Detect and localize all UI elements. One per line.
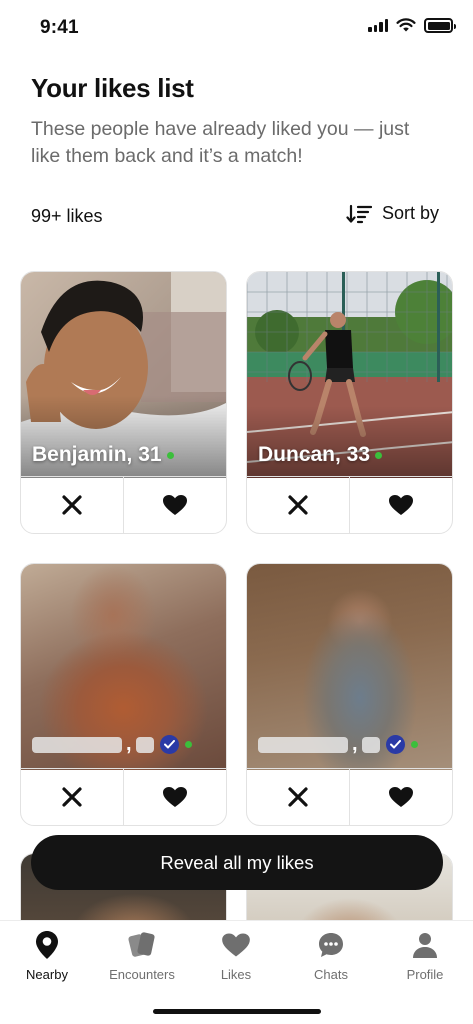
profile-photo[interactable]: Benjamin, 31 — [21, 272, 226, 478]
hidden-like-card[interactable]: , — [246, 563, 453, 826]
blurred-profile-photo[interactable]: , — [247, 564, 452, 770]
online-status-dot — [166, 451, 174, 459]
like-button[interactable] — [124, 477, 226, 533]
likes-count: 99+ likes — [31, 206, 103, 226]
tab-nearby[interactable]: Nearby — [0, 929, 94, 982]
like-card[interactable]: Benjamin, 31 — [20, 271, 227, 534]
heart-icon — [389, 787, 413, 807]
profile-name: Duncan, 33 — [258, 443, 383, 467]
tab-label: Nearby — [26, 967, 68, 982]
like-button[interactable] — [350, 769, 452, 825]
tab-likes[interactable]: Likes — [189, 929, 283, 982]
tab-encounters[interactable]: Encounters — [95, 929, 189, 982]
dislike-button[interactable] — [247, 769, 350, 825]
dislike-button[interactable] — [21, 477, 124, 533]
tab-label: Encounters — [109, 967, 175, 982]
battery-icon — [424, 18, 456, 33]
reveal-all-likes-button[interactable]: Reveal all my likes — [31, 835, 443, 890]
close-icon — [288, 787, 308, 807]
heart-icon — [222, 933, 250, 957]
card-actions — [247, 476, 452, 533]
sort-button[interactable]: Sort by — [346, 203, 439, 224]
card-actions — [21, 476, 226, 533]
profile-name: Benjamin, 31 — [32, 443, 174, 467]
online-status-dot — [410, 741, 418, 748]
cards-icon — [128, 932, 155, 957]
dislike-button[interactable] — [247, 477, 350, 533]
like-button[interactable] — [350, 477, 452, 533]
hidden-like-card[interactable]: , — [20, 563, 227, 826]
tab-label: Profile — [406, 967, 444, 982]
sort-label: Sort by — [381, 203, 439, 223]
dislike-button[interactable] — [21, 769, 124, 825]
status-bar: 9:41 — [0, 0, 473, 56]
tab-chats[interactable]: Chats — [284, 929, 378, 982]
close-icon — [288, 495, 308, 515]
online-status-dot — [375, 451, 383, 459]
wifi-icon — [396, 18, 416, 32]
hidden-profile-name: , — [258, 733, 418, 756]
close-icon — [62, 495, 82, 515]
status-icons — [368, 18, 456, 33]
sort-icon — [346, 204, 372, 223]
heart-icon — [389, 495, 413, 515]
heart-icon — [163, 495, 187, 515]
tab-label: Likes — [220, 967, 252, 982]
map-pin-icon — [36, 931, 58, 959]
verified-badge-icon — [159, 735, 179, 754]
verified-badge-icon — [385, 735, 405, 754]
card-actions — [21, 768, 226, 825]
card-actions — [247, 768, 452, 825]
blurred-profile-photo[interactable]: , — [21, 564, 226, 770]
like-card[interactable]: Duncan, 33 — [246, 271, 453, 534]
person-icon — [413, 933, 437, 958]
close-icon — [62, 787, 82, 807]
page-title: Your likes list — [31, 73, 194, 103]
profile-photo[interactable]: Duncan, 33 — [247, 272, 452, 478]
cellular-signal-icon — [368, 19, 388, 32]
page-subtitle: These people have already liked you — ju… — [31, 118, 410, 167]
chat-bubble-icon — [319, 933, 343, 957]
hidden-profile-name: , — [32, 733, 192, 756]
tab-profile[interactable]: Profile — [378, 929, 472, 982]
heart-icon — [163, 787, 187, 807]
like-button[interactable] — [124, 769, 226, 825]
status-time: 9:41 — [40, 17, 79, 38]
online-status-dot — [184, 741, 192, 748]
tab-label: Chats — [314, 967, 348, 982]
home-indicator — [153, 1009, 321, 1014]
